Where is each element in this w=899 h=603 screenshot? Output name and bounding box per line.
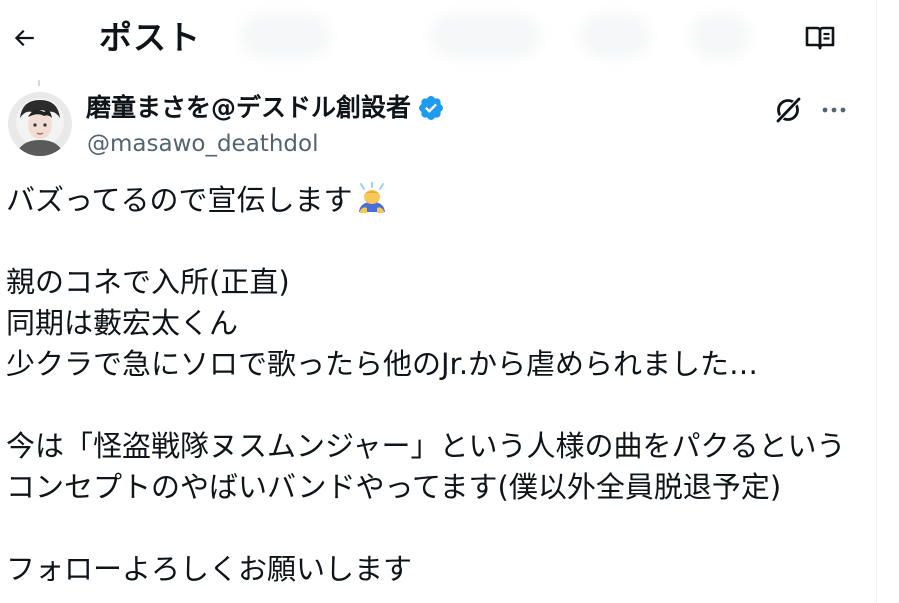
line-break — [6, 385, 868, 426]
user-handle[interactable]: @masawo_deathdol — [87, 129, 318, 159]
open-book-icon — [805, 26, 835, 50]
tweet-line: フォローよろしくお願いします — [6, 552, 413, 586]
blurred-background-shape — [240, 14, 330, 58]
blurred-background-shape — [580, 14, 650, 58]
display-name: 磨童まさを@デスドル創設者 — [86, 93, 412, 122]
blurred-background-shape — [690, 14, 750, 58]
tweet-line: 今は「怪盗戦隊ヌスムンジャー」という人様の曲をパクるという — [6, 429, 846, 463]
tweet-line: 親のコネで入所(正直) — [6, 265, 290, 299]
tweet-line: 少クラで急にソロで歌ったら他のJr.から虐められました… — [6, 347, 759, 381]
blurred-background-shape — [430, 14, 540, 58]
tweet-line: バズってるので宣伝します — [6, 180, 868, 221]
verified-badge-icon — [417, 94, 445, 122]
line-break — [6, 221, 868, 262]
person-bowing-emoji — [355, 181, 389, 216]
page-title: ポスト — [99, 18, 201, 57]
avatar-photo — [8, 92, 72, 156]
more-options-button[interactable] — [814, 90, 854, 130]
tweet-line: 同期は藪宏太くん — [6, 306, 239, 340]
thread-line — [38, 80, 40, 86]
display-name-link[interactable]: 磨童まさを@デスドル創設者 — [86, 91, 445, 125]
reader-mode-button[interactable] — [800, 18, 840, 58]
avatar[interactable] — [8, 92, 72, 156]
top-bar: ポスト — [0, 0, 876, 80]
more-dots-icon — [822, 107, 846, 113]
arrow-left-icon — [14, 29, 34, 47]
back-button[interactable] — [4, 18, 44, 58]
column-divider — [876, 0, 877, 603]
tweet-text: バズってるので宣伝します 親のコネで入所(正直) 同期は藪宏太くん 少クラで急に… — [6, 180, 868, 590]
post-column: ポスト 磨童まさを@デスドル創設者 @masawo_deathdol バズってる… — [0, 0, 876, 603]
tweet-line: コンセプトのやばいバンドやってます(僕以外全員脱退予定) — [6, 470, 782, 504]
line-break — [6, 508, 868, 549]
grok-icon — [775, 96, 802, 124]
grok-button[interactable] — [768, 90, 808, 130]
